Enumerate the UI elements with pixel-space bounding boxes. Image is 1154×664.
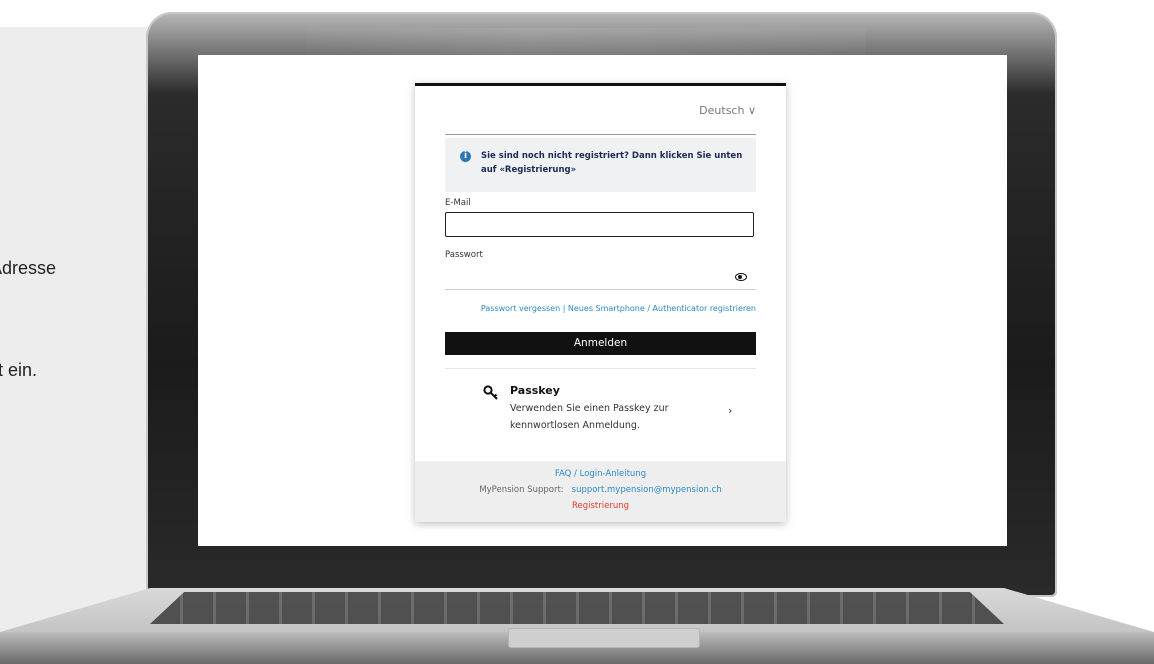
background-text-ein: t ein. xyxy=(0,360,38,380)
support-email-link[interactable]: support.mypension@mypension.ch xyxy=(572,485,722,495)
passkey-title[interactable]: Passkey xyxy=(510,384,560,397)
faq-link[interactable]: FAQ / Login-Anleitung xyxy=(415,469,786,479)
divider xyxy=(445,134,756,135)
info-icon: i xyxy=(460,151,471,162)
login-card: Deutsch ∨ i Sie sind noch nicht registri… xyxy=(415,83,786,522)
language-selector[interactable]: Deutsch ∨ xyxy=(699,104,756,117)
email-field[interactable] xyxy=(445,212,754,237)
register-link[interactable]: Registrierung xyxy=(415,501,786,511)
key-icon xyxy=(482,384,500,406)
forgot-password-link[interactable]: Passwort vergessen | Neues Smartphone / … xyxy=(445,304,756,313)
laptop-keyboard xyxy=(150,592,1004,624)
laptop-trackpad xyxy=(508,628,700,648)
passkey-description: Verwenden Sie einen Passkey zur kennwort… xyxy=(510,403,669,431)
chevron-right-icon[interactable]: › xyxy=(728,404,732,417)
info-box: i Sie sind noch nicht registriert? Dann … xyxy=(445,138,756,192)
support-line: MyPension Support: support.mypension@mype… xyxy=(415,485,786,495)
info-message: Sie sind noch nicht registriert? Dann kl… xyxy=(481,151,743,175)
background-text-adresse: Adresse xyxy=(0,258,57,278)
password-field[interactable] xyxy=(445,264,756,290)
support-label: MyPension Support: xyxy=(479,485,564,495)
laptop-screen: Deutsch ∨ i Sie sind noch nicht registri… xyxy=(198,55,1007,546)
login-button[interactable]: Anmelden xyxy=(445,332,756,355)
divider xyxy=(445,368,756,369)
email-label: E-Mail xyxy=(445,198,471,208)
password-label: Passwort xyxy=(445,250,483,260)
login-footer: FAQ / Login-Anleitung MyPension Support:… xyxy=(415,461,786,522)
eye-icon[interactable] xyxy=(735,273,747,281)
